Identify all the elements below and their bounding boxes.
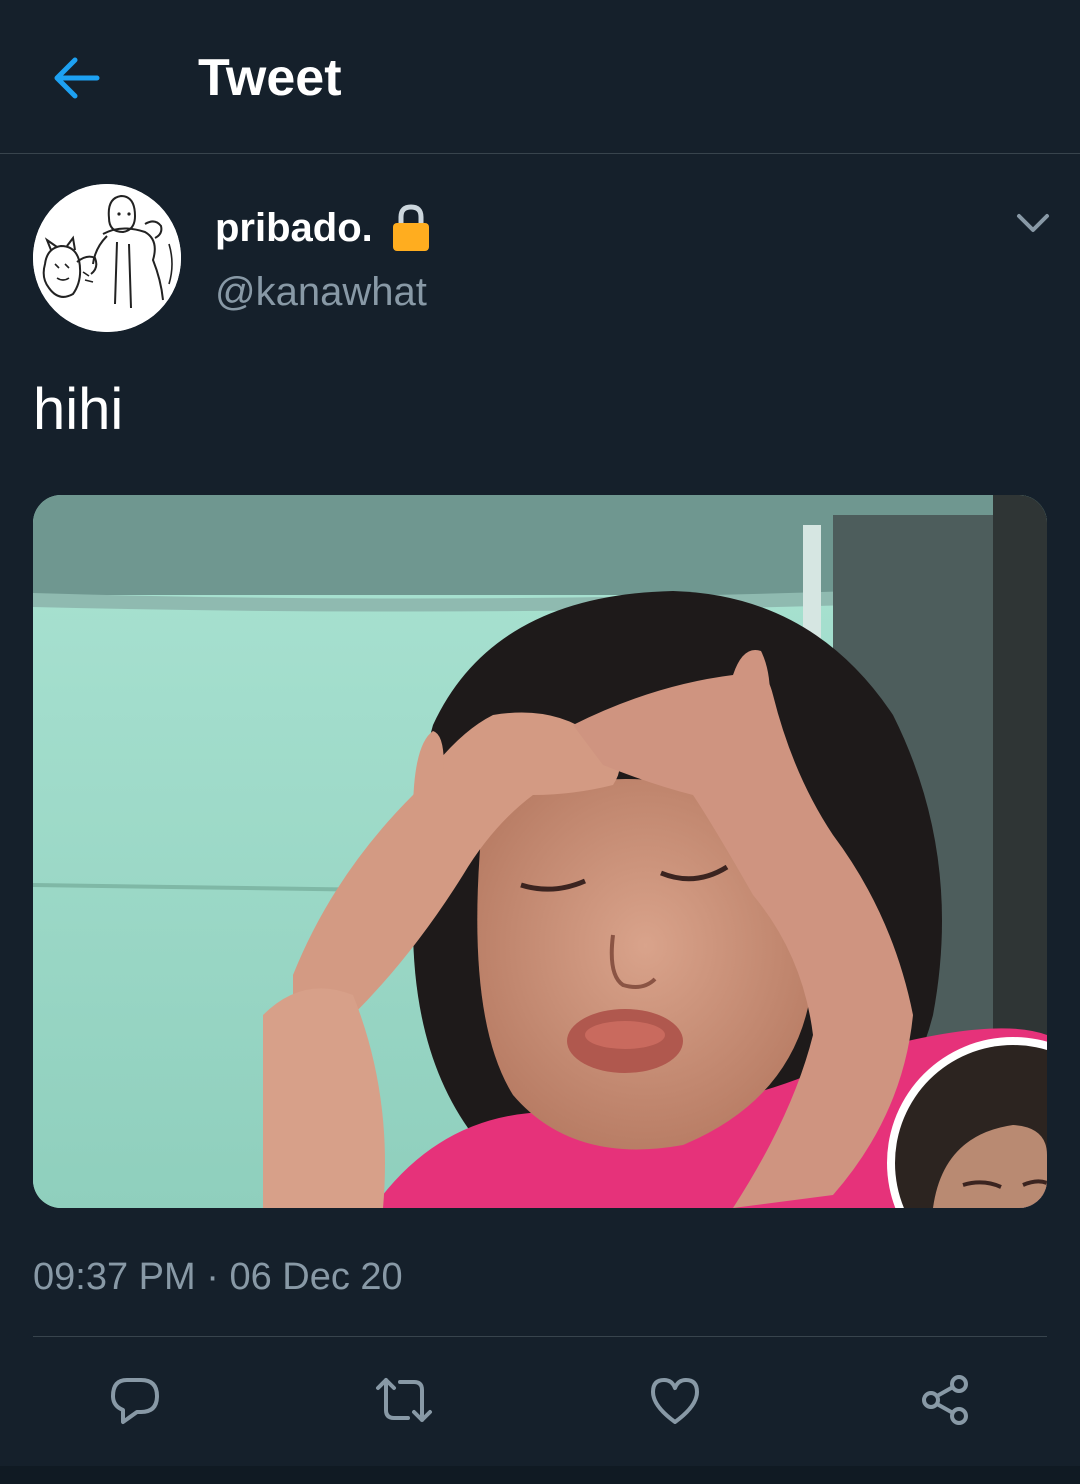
author-name-row: pribado.	[215, 200, 431, 256]
tweet-menu-button[interactable]	[1010, 200, 1056, 246]
reply-button[interactable]	[103, 1368, 167, 1432]
share-icon	[922, 1375, 968, 1425]
tweet-time: 09:37 PM	[33, 1256, 196, 1298]
lock-icon	[392, 204, 429, 251]
bottom-edge	[0, 1466, 1080, 1484]
tweet-media-image[interactable]	[33, 495, 1047, 1208]
top-bar: Tweet	[0, 0, 1080, 154]
author-display-name[interactable]: pribado.	[215, 206, 373, 251]
back-button[interactable]	[46, 48, 106, 108]
author-handle[interactable]: @kanawhat	[215, 268, 427, 316]
tweet-actions-bar	[0, 1368, 1080, 1432]
like-button[interactable]	[643, 1368, 707, 1432]
arrow-left-icon	[54, 57, 100, 99]
photo	[33, 495, 1047, 1208]
reply-icon	[111, 1378, 159, 1424]
share-button[interactable]	[913, 1368, 977, 1432]
page-title: Tweet	[198, 49, 342, 107]
cartoon-avatar-image	[33, 184, 181, 332]
retweet-button[interactable]	[372, 1368, 436, 1432]
tweet-timestamp: 09:37 PM · 06 Dec 20	[33, 1254, 403, 1300]
chevron-down-icon	[1017, 214, 1049, 232]
divider	[33, 1336, 1047, 1337]
retweet-icon	[376, 1378, 432, 1422]
tweet-text: hihi	[33, 377, 124, 442]
avatar[interactable]	[33, 184, 181, 332]
heart-icon	[651, 1378, 699, 1424]
tweet-date: 06 Dec 20	[229, 1256, 403, 1298]
timestamp-separator: ·	[206, 1256, 219, 1298]
